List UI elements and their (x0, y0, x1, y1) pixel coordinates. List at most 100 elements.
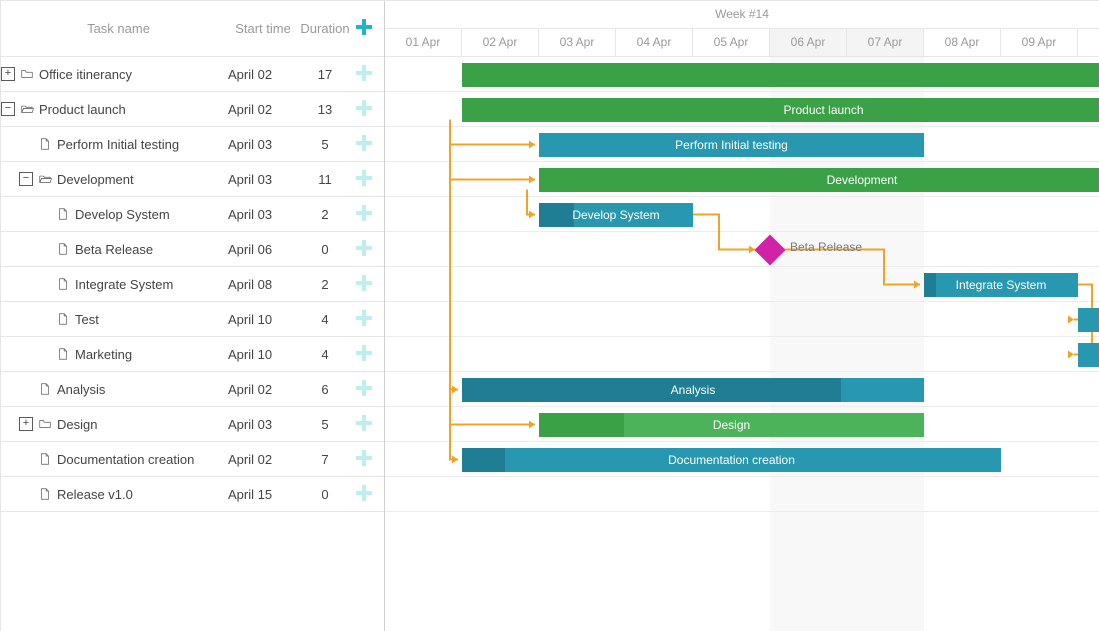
day-header-cell: 07 Apr (847, 29, 924, 56)
task-duration: 6 (298, 382, 352, 397)
timeline[interactable]: Week #14 01 Apr02 Apr03 Apr04 Apr05 Apr0… (385, 1, 1099, 631)
file-icon (55, 206, 71, 222)
task-row[interactable]: Beta ReleaseApril 060 (1, 232, 384, 267)
task-bar[interactable]: Integrate System (924, 273, 1078, 297)
task-bar[interactable]: Offic (462, 63, 1099, 87)
task-name: Product launch (39, 102, 228, 117)
file-icon (37, 381, 53, 397)
task-add-cell (352, 65, 376, 84)
add-subtask-icon[interactable] (356, 135, 372, 151)
add-subtask-icon[interactable] (356, 170, 372, 186)
collapse-icon[interactable]: − (19, 172, 33, 186)
task-bar[interactable]: Product launch (462, 98, 1099, 122)
collapse-icon[interactable]: − (1, 102, 15, 116)
chart-row (385, 337, 1099, 372)
task-start: April 06 (228, 242, 298, 257)
task-duration: 2 (298, 207, 352, 222)
task-add-cell (352, 380, 376, 399)
file-icon (55, 241, 71, 257)
add-subtask-icon[interactable] (356, 485, 372, 501)
task-duration: 0 (298, 487, 352, 502)
add-subtask-icon[interactable] (356, 275, 372, 291)
task-name: Test (75, 312, 228, 327)
task-row[interactable]: Integrate SystemApril 082 (1, 267, 384, 302)
task-add-cell (352, 275, 376, 294)
task-row[interactable]: +Office itinerancyApril 0217 (1, 57, 384, 92)
task-row[interactable]: TestApril 104 (1, 302, 384, 337)
task-name: Beta Release (75, 242, 228, 257)
add-task-icon[interactable] (356, 19, 372, 35)
task-bar[interactable]: Design (539, 413, 924, 437)
task-bar-label: Product launch (777, 103, 869, 117)
task-start: April 02 (228, 382, 298, 397)
add-subtask-icon[interactable] (356, 240, 372, 256)
task-row[interactable]: MarketingApril 104 (1, 337, 384, 372)
task-progress (462, 448, 505, 472)
task-add-cell (352, 310, 376, 329)
task-start: April 15 (228, 487, 298, 502)
chart-row: Documentation creation (385, 442, 1099, 477)
add-subtask-icon[interactable] (356, 205, 372, 221)
file-icon (55, 311, 71, 327)
task-row[interactable]: Documentation creationApril 027 (1, 442, 384, 477)
task-duration: 2 (298, 277, 352, 292)
folder-icon (37, 416, 53, 432)
task-bar[interactable]: Perform Initial testing (539, 133, 924, 157)
task-bar[interactable]: Documentation creation (462, 448, 1001, 472)
task-add-cell (352, 240, 376, 259)
add-subtask-icon[interactable] (356, 415, 372, 431)
chart-row (385, 302, 1099, 337)
task-duration: 5 (298, 417, 352, 432)
task-row[interactable]: +DesignApril 035 (1, 407, 384, 442)
task-row[interactable]: − Product launchApril 0213 (1, 92, 384, 127)
task-row[interactable]: Develop SystemApril 032 (1, 197, 384, 232)
add-subtask-icon[interactable] (356, 100, 372, 116)
task-row[interactable]: Release v1.0April 150 (1, 477, 384, 512)
task-bar[interactable]: Analysis (462, 378, 924, 402)
task-add-cell (352, 100, 376, 119)
task-bar[interactable]: Develop System (539, 203, 693, 227)
task-bar-label: Development (821, 173, 904, 187)
task-start: April 02 (228, 102, 298, 117)
task-name: Develop System (75, 207, 228, 222)
task-row[interactable]: −DevelopmentApril 0311 (1, 162, 384, 197)
task-add-cell (352, 345, 376, 364)
milestone[interactable] (754, 234, 785, 265)
task-progress (462, 378, 841, 402)
chart-row: Offic (385, 57, 1099, 92)
task-start: April 03 (228, 207, 298, 222)
chart-row: Perform Initial testing (385, 127, 1099, 162)
day-header-cell: 03 Apr (539, 29, 616, 56)
task-bar[interactable] (1078, 343, 1099, 367)
task-add-cell (352, 205, 376, 224)
day-header-cell: 02 Apr (462, 29, 539, 56)
add-subtask-icon[interactable] (356, 345, 372, 361)
add-subtask-icon[interactable] (356, 380, 372, 396)
day-header-cell: 05 Apr (693, 29, 770, 56)
expand-icon[interactable]: + (19, 417, 33, 431)
day-header-cell: 01 Apr (385, 29, 462, 56)
task-bar[interactable]: Development (539, 168, 1099, 192)
add-subtask-icon[interactable] (356, 65, 372, 81)
chart-row: Product launch (385, 92, 1099, 127)
task-add-cell (352, 135, 376, 154)
task-add-cell (352, 415, 376, 434)
task-row[interactable]: AnalysisApril 026 (1, 372, 384, 407)
add-subtask-icon[interactable] (356, 450, 372, 466)
add-subtask-icon[interactable] (356, 310, 372, 326)
day-header-cell: 08 Apr (924, 29, 1001, 56)
task-bar[interactable] (1078, 308, 1099, 332)
file-icon (55, 346, 71, 362)
day-header-cell: 09 Apr (1001, 29, 1078, 56)
task-row[interactable]: Perform Initial testingApril 035 (1, 127, 384, 162)
task-start: April 02 (228, 452, 298, 467)
task-progress (539, 413, 624, 437)
task-progress (539, 168, 1099, 192)
task-bar-label: Analysis (665, 383, 722, 397)
task-duration: 13 (298, 102, 352, 117)
expand-icon[interactable]: + (1, 67, 15, 81)
task-name: Office itinerancy (39, 67, 228, 82)
grid-header: Task name Start time Duration (1, 1, 384, 57)
task-grid: Task name Start time Duration + Office it… (1, 1, 385, 631)
task-name: Marketing (75, 347, 228, 362)
